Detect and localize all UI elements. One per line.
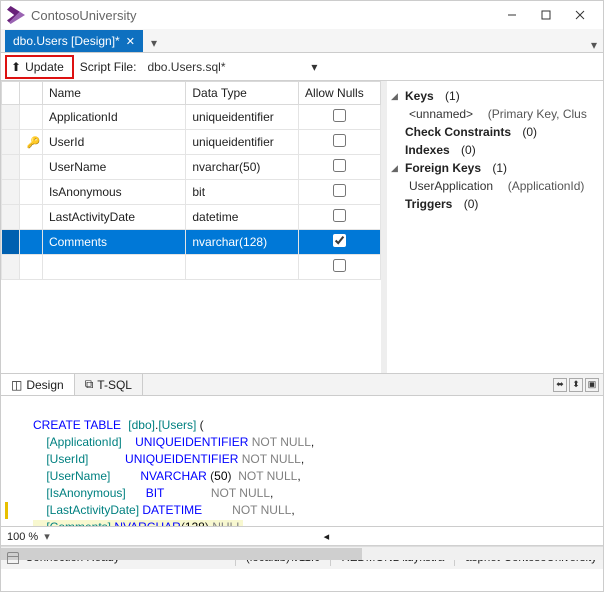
- foreign-keys-node[interactable]: ◢Foreign Keys (1): [391, 159, 599, 177]
- cell-datatype[interactable]: bit: [186, 180, 299, 205]
- split-horizontal-button[interactable]: ⬌: [553, 378, 567, 392]
- scriptfile-value: dbo.Users.sql*: [147, 60, 225, 74]
- title-bar: ContosoUniversity: [1, 1, 603, 29]
- allow-nulls-checkbox[interactable]: [333, 234, 346, 247]
- cell-datatype[interactable]: datetime: [186, 205, 299, 230]
- allow-nulls-checkbox[interactable]: [333, 209, 346, 222]
- scrollbar-thumb[interactable]: [1, 548, 362, 560]
- table-row[interactable]: ApplicationId uniqueidentifier: [2, 105, 381, 130]
- expand-icon[interactable]: ◢: [391, 163, 401, 174]
- col-header-name[interactable]: Name: [42, 82, 185, 105]
- allow-nulls-checkbox[interactable]: [333, 159, 346, 172]
- change-marker: [5, 502, 8, 519]
- table-row[interactable]: IsAnonymous bit: [2, 180, 381, 205]
- indexes-node[interactable]: Indexes (0): [391, 141, 599, 159]
- cell-name[interactable]: UserId: [42, 130, 185, 155]
- scriptfile-dropdown[interactable]: dbo.Users.sql* ▾: [142, 58, 322, 76]
- columns-grid[interactable]: Name Data Type Allow Nulls ApplicationId…: [1, 81, 387, 373]
- connection-icon: [7, 552, 19, 564]
- update-button-label: Update: [25, 60, 64, 74]
- zoom-value[interactable]: 100 %: [7, 531, 38, 543]
- allow-nulls-checkbox[interactable]: [333, 134, 346, 147]
- triggers-node[interactable]: Triggers (0): [391, 195, 599, 213]
- zoom-bar: 100 % ▾ ◂: [1, 526, 603, 546]
- table-row[interactable]: 🔑 UserId uniqueidentifier: [2, 130, 381, 155]
- close-button[interactable]: [563, 5, 597, 25]
- cell-datatype[interactable]: uniqueidentifier: [186, 130, 299, 155]
- split-vertical-button[interactable]: ⬍: [569, 378, 583, 392]
- chevron-down-icon[interactable]: ▾: [44, 530, 50, 543]
- cell-datatype[interactable]: uniqueidentifier: [186, 105, 299, 130]
- window-title: ContosoUniversity: [31, 8, 137, 23]
- cell-name[interactable]: UserName: [42, 155, 185, 180]
- designer-toolbar: ⬆ Update Script File: dbo.Users.sql* ▾: [1, 53, 603, 81]
- chevron-down-icon: ▾: [311, 60, 317, 74]
- primary-key-icon: 🔑: [20, 130, 43, 155]
- cell-datatype[interactable]: nvarchar(128): [186, 230, 299, 255]
- allow-nulls-checkbox[interactable]: [333, 109, 346, 122]
- cell-datatype[interactable]: nvarchar(50): [186, 155, 299, 180]
- cell-name[interactable]: Comments: [42, 230, 185, 255]
- allow-nulls-checkbox[interactable]: [333, 259, 346, 272]
- check-constraints-node[interactable]: Check Constraints (0): [391, 123, 599, 141]
- document-tab-strip: dbo.Users [Design]* ✕ ▾ ▾: [1, 29, 603, 53]
- table-row-new[interactable]: [2, 255, 381, 280]
- table-properties-pane[interactable]: ◢Keys (1) <unnamed> (Primary Key, Clus C…: [387, 81, 603, 373]
- nav-left-icon[interactable]: ◂: [324, 530, 330, 543]
- cell-name[interactable]: LastActivityDate: [42, 205, 185, 230]
- foreign-keys-child[interactable]: UserApplication (ApplicationId): [391, 177, 599, 195]
- tab-overflow-button[interactable]: ▾: [147, 34, 161, 52]
- tab-tsql[interactable]: ⧉T-SQL: [75, 374, 143, 395]
- horizontal-scrollbar[interactable]: [1, 546, 603, 560]
- expand-pane-button[interactable]: ▣: [585, 378, 599, 392]
- tab-design[interactable]: ◫Design: [1, 374, 75, 395]
- table-row[interactable]: LastActivityDate datetime: [2, 205, 381, 230]
- allow-nulls-checkbox[interactable]: [333, 184, 346, 197]
- keys-node[interactable]: ◢Keys (1): [391, 87, 599, 105]
- close-tab-icon[interactable]: ✕: [126, 35, 135, 48]
- vs-logo-icon: [7, 6, 25, 24]
- keys-child[interactable]: <unnamed> (Primary Key, Clus: [391, 105, 599, 123]
- tab-list-button[interactable]: ▾: [591, 38, 597, 52]
- cell-name[interactable]: ApplicationId: [42, 105, 185, 130]
- columns-header-row: Name Data Type Allow Nulls: [2, 82, 381, 105]
- table-row[interactable]: UserName nvarchar(50): [2, 155, 381, 180]
- document-tab[interactable]: dbo.Users [Design]* ✕: [5, 30, 143, 52]
- design-icon: ◫: [11, 378, 22, 392]
- col-header-datatype[interactable]: Data Type: [186, 82, 299, 105]
- tsql-icon: ⧉: [85, 377, 94, 392]
- scriptfile-label: Script File:: [80, 60, 137, 74]
- document-tab-label: dbo.Users [Design]*: [13, 34, 120, 48]
- bottom-tab-strip: ◫Design ⧉T-SQL ⬌ ⬍ ▣: [1, 374, 603, 396]
- maximize-button[interactable]: [529, 5, 563, 25]
- table-row[interactable]: Comments nvarchar(128): [2, 230, 381, 255]
- col-header-allownulls[interactable]: Allow Nulls: [299, 82, 381, 105]
- cell-name[interactable]: IsAnonymous: [42, 180, 185, 205]
- update-icon: ⬆: [11, 60, 21, 74]
- sql-editor[interactable]: CREATE TABLE [dbo].[Users] ( [Applicatio…: [1, 396, 603, 526]
- update-button[interactable]: ⬆ Update: [5, 55, 74, 79]
- expand-icon[interactable]: ◢: [391, 91, 401, 102]
- minimize-button[interactable]: [495, 5, 529, 25]
